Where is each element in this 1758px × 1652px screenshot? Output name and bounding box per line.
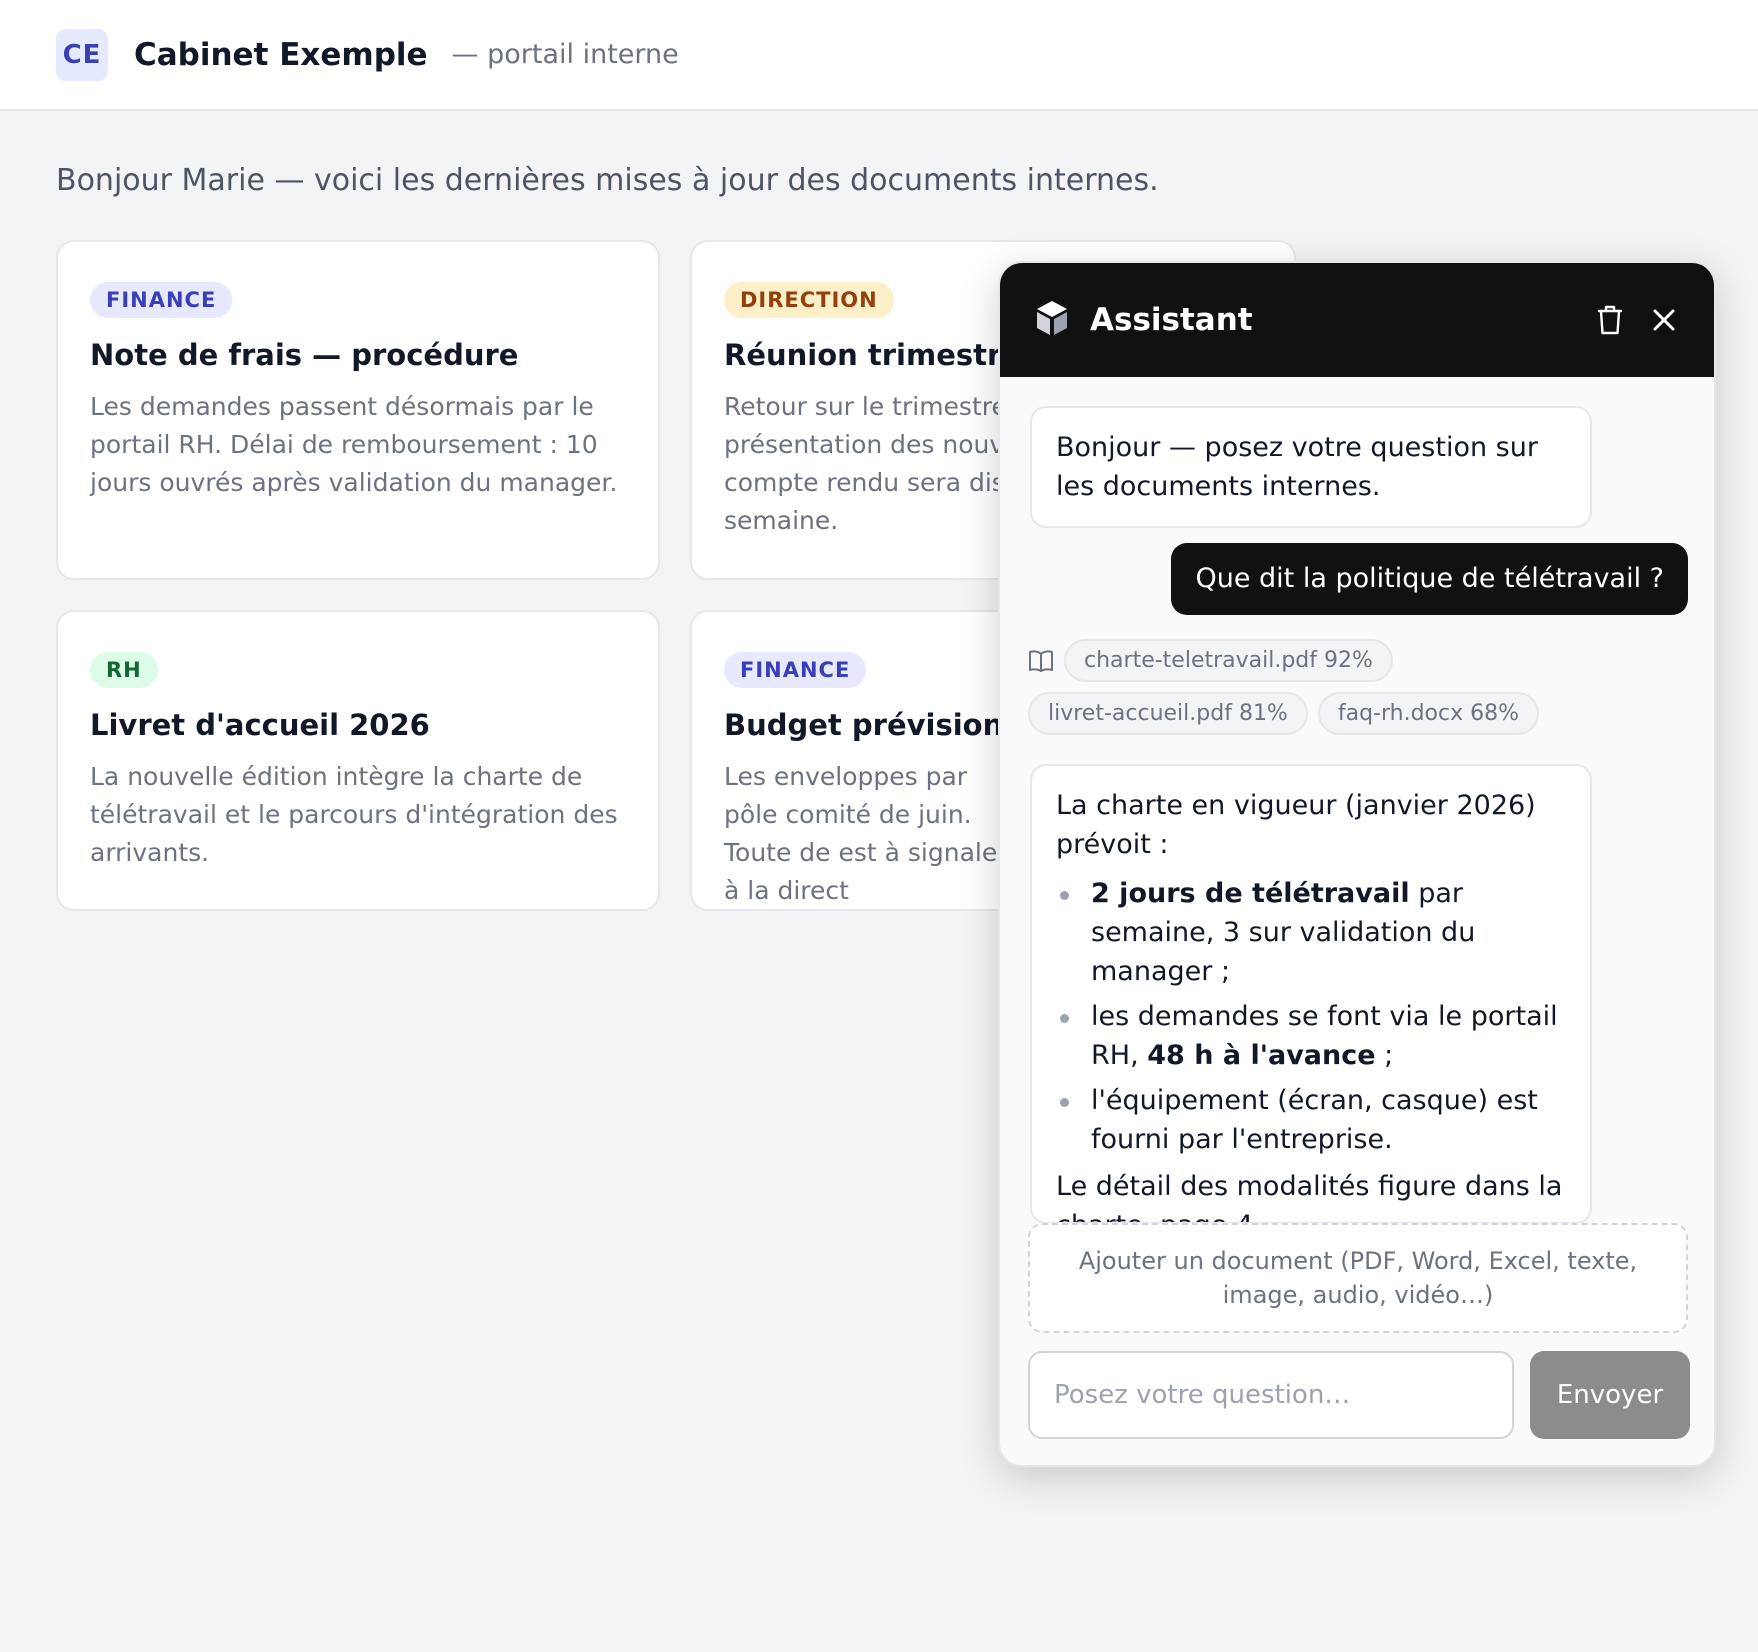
- card-text: Les demandes passent désormais par le po…: [90, 392, 618, 497]
- card-tag: DIRECTION: [724, 282, 894, 318]
- card-note-de-frais[interactable]: FINANCE Note de frais — procédure Les de…: [56, 240, 660, 580]
- question-input[interactable]: [1028, 1351, 1514, 1439]
- card-title: Note de frais — procédure: [90, 338, 519, 372]
- card-title: Livret d'accueil 2026: [90, 708, 430, 742]
- assistant-header: Assistant: [1000, 263, 1714, 377]
- top-bar: CE Cabinet Exemple — portail interne: [0, 0, 1758, 111]
- answer-bullet: l'équipement (écran, casque) est fourni …: [1056, 1081, 1566, 1159]
- answer-list: 2 jours de télétravail par semaine, 3 su…: [1056, 874, 1566, 1159]
- card-tag: RH: [90, 652, 158, 688]
- card-tag: FINANCE: [724, 652, 867, 688]
- message-composer: Envoyer: [1028, 1351, 1690, 1439]
- answer-outro: Le détail des modalités figure dans la c…: [1056, 1171, 1563, 1222]
- close-icon[interactable]: [1644, 300, 1684, 340]
- sources-list: charte-teletravail.pdf 92% livret-accuei…: [1028, 639, 1668, 745]
- assistant-welcome-message: Bonjour — posez votre question sur les d…: [1030, 406, 1592, 528]
- brand-name: Cabinet Exemple: [134, 36, 428, 73]
- assistant-title: Assistant: [1090, 302, 1253, 338]
- greeting-text: Bonjour Marie — voici les dernières mise…: [56, 163, 1159, 198]
- send-button[interactable]: Envoyer: [1530, 1351, 1690, 1439]
- source-chip[interactable]: faq-rh.docx 68%: [1317, 692, 1539, 735]
- answer-bullet: 2 jours de télétravail par semaine, 3 su…: [1056, 874, 1566, 991]
- card-text: Retour sur le trimestre, présentation de…: [724, 392, 1021, 535]
- answer-bullet: les demandes se font via le portail RH, …: [1056, 997, 1566, 1075]
- card-text: Les enveloppes par pôle comité de juin. …: [724, 762, 1008, 905]
- assistant-panel: Assistant Bonjour — posez votre question…: [998, 261, 1716, 1467]
- card-text: La nouvelle édition intègre la charte de…: [90, 762, 618, 867]
- book-icon: [1028, 649, 1054, 673]
- user-message: Que dit la politique de télétravail ?: [1171, 543, 1688, 615]
- source-chip[interactable]: charte-teletravail.pdf 92%: [1064, 639, 1393, 682]
- document-dropzone[interactable]: Ajouter un document (PDF, Word, Excel, t…: [1028, 1223, 1688, 1333]
- answer-intro: La charte en vigueur (janvier 2026) prév…: [1056, 790, 1536, 860]
- source-chip[interactable]: livret-accueil.pdf 81%: [1028, 692, 1308, 735]
- card-livret-accueil[interactable]: RH Livret d'accueil 2026 La nouvelle édi…: [56, 610, 660, 911]
- trash-icon[interactable]: [1590, 300, 1630, 340]
- brand-subtitle: — portail interne: [451, 39, 679, 70]
- card-tag: FINANCE: [90, 282, 233, 318]
- assistant-answer-message: La charte en vigueur (janvier 2026) prév…: [1030, 764, 1592, 1224]
- logo-badge: CE: [56, 28, 108, 81]
- cube-icon: [1036, 300, 1068, 340]
